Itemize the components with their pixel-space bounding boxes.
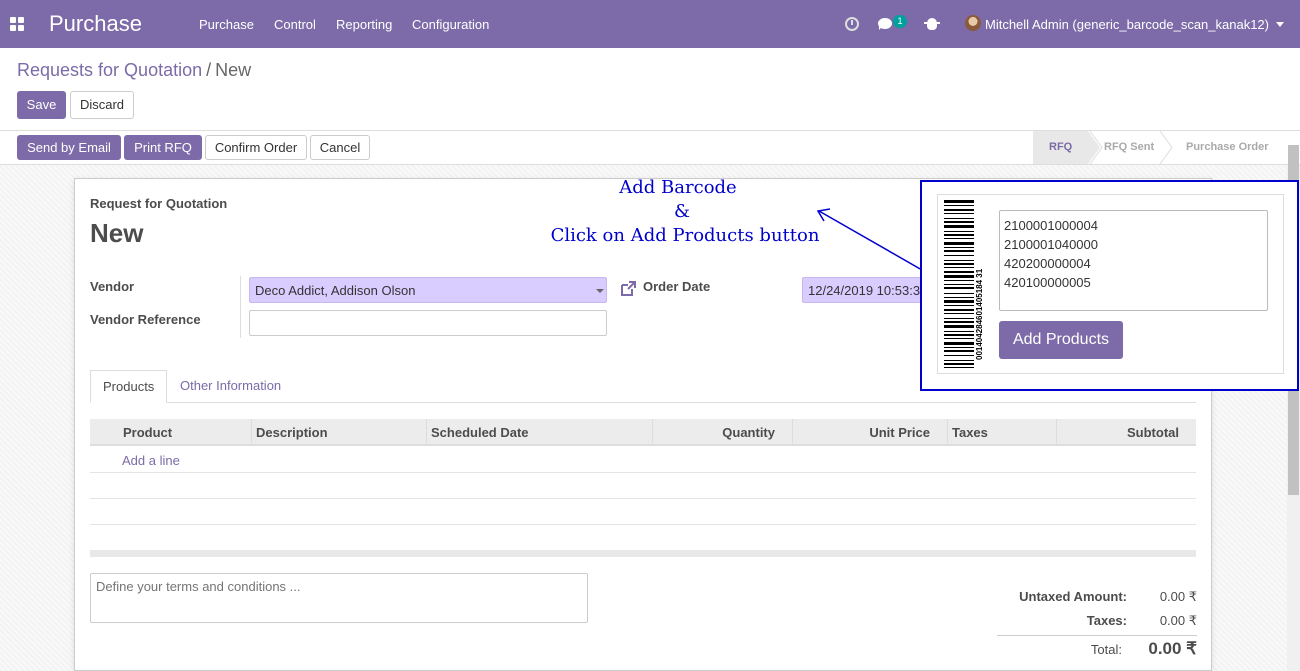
- vendor-reference-input[interactable]: [249, 310, 607, 336]
- annotation-arrow-icon: [816, 208, 923, 271]
- column-taxes[interactable]: Taxes: [952, 419, 988, 446]
- tab-products[interactable]: Products: [90, 370, 168, 403]
- column-divider: [251, 419, 252, 446]
- app-name: Purchase: [49, 11, 142, 36]
- breadcrumb-separator: /: [206, 60, 212, 80]
- activity-clock-icon[interactable]: [845, 17, 859, 31]
- column-description[interactable]: Description: [256, 419, 328, 446]
- barcodes-textarea[interactable]: 2100001000004 2100001040000 420200000004…: [999, 210, 1268, 311]
- save-button[interactable]: Save: [17, 91, 66, 119]
- column-divider: [426, 419, 427, 446]
- taxes-value: 0.00 ₹: [1159, 613, 1197, 628]
- annotation-line-1: Add Barcode: [619, 177, 737, 198]
- status-rfq[interactable]: RFQ: [1033, 131, 1088, 164]
- field-divider: [240, 276, 241, 338]
- status-steps: RFQ RFQ Sent Purchase Order: [1033, 131, 1300, 164]
- chevron-down-icon[interactable]: [596, 289, 604, 293]
- chevron-down-icon[interactable]: [1276, 22, 1284, 27]
- barcode-number: 001404284601405184 31: [975, 268, 984, 360]
- order-date-input[interactable]: 12/24/2019 10:53:38: [802, 277, 937, 303]
- external-link-icon[interactable]: [620, 281, 636, 297]
- confirm-order-button[interactable]: Confirm Order: [205, 135, 307, 160]
- column-quantity[interactable]: Quantity: [652, 419, 775, 446]
- order-date-label: Order Date: [643, 279, 711, 294]
- cancel-button[interactable]: Cancel: [310, 135, 370, 160]
- doc-type-label: Request for Quotation: [90, 196, 228, 211]
- table-row: [90, 499, 1196, 525]
- terms-and-conditions-input[interactable]: [90, 573, 588, 623]
- table-row: [90, 525, 1196, 551]
- menu-control[interactable]: Control: [274, 17, 316, 32]
- column-unit-price[interactable]: Unit Price: [792, 419, 930, 446]
- tab-other-information[interactable]: Other Information: [168, 370, 293, 403]
- untaxed-amount-value: 0.00 ₹: [1159, 589, 1197, 604]
- avatar[interactable]: [965, 15, 981, 31]
- step-arrow-icon: [1159, 131, 1173, 164]
- column-product[interactable]: Product: [123, 419, 172, 446]
- menu-reporting[interactable]: Reporting: [336, 17, 392, 32]
- top-navbar: Purchase Purchase Control Reporting Conf…: [0, 0, 1300, 48]
- status-rfq-sent[interactable]: RFQ Sent: [1104, 131, 1154, 164]
- add-products-button[interactable]: Add Products: [999, 321, 1123, 359]
- breadcrumb-current: New: [215, 60, 252, 80]
- discard-button[interactable]: Discard: [70, 91, 134, 119]
- chat-badge: 1: [893, 15, 907, 28]
- table-row: [90, 447, 1196, 473]
- table-footer: [90, 550, 1196, 557]
- form-statusbar: Send by Email Print RFQ Confirm Order Ca…: [0, 130, 1300, 165]
- taxes-label: Taxes:: [1086, 613, 1127, 628]
- menu-purchase[interactable]: Purchase: [199, 17, 254, 32]
- order-lines-header: Product Description Scheduled Date Quant…: [90, 419, 1196, 446]
- print-rfq-button[interactable]: Print RFQ: [124, 135, 202, 160]
- menu-configuration[interactable]: Configuration: [412, 17, 489, 32]
- table-row: [90, 473, 1196, 499]
- apps-menu-icon[interactable]: [10, 17, 24, 31]
- breadcrumb: Requests for Quotation / New: [17, 60, 251, 81]
- untaxed-amount-label: Untaxed Amount:: [1019, 589, 1127, 604]
- vendor-label: Vendor: [90, 279, 135, 294]
- column-divider: [947, 419, 948, 446]
- totals-divider: [997, 635, 1197, 636]
- chat-icon[interactable]: [878, 18, 892, 30]
- annotation-line-3: Click on Add Products button: [550, 225, 820, 246]
- vendor-select[interactable]: Deco Addict, Addison Olson: [249, 277, 607, 303]
- status-purchase-order[interactable]: Purchase Order: [1186, 131, 1269, 164]
- total-label: Total:: [1090, 642, 1122, 657]
- send-by-email-button[interactable]: Send by Email: [17, 135, 121, 160]
- breadcrumb-parent[interactable]: Requests for Quotation: [17, 60, 202, 80]
- user-menu[interactable]: Mitchell Admin (generic_barcode_scan_kan…: [985, 17, 1269, 32]
- step-arrow-icon: [1088, 131, 1103, 164]
- add-line-link[interactable]: Add a line: [122, 453, 180, 468]
- total-value: 0.00 ₹: [1148, 639, 1197, 658]
- annotation-line-2: &: [673, 201, 691, 222]
- debug-bug-icon[interactable]: [924, 18, 940, 30]
- page-title: New: [90, 218, 144, 248]
- column-subtotal[interactable]: Subtotal: [1056, 419, 1179, 446]
- column-scheduled-date[interactable]: Scheduled Date: [431, 419, 529, 446]
- vendor-reference-label: Vendor Reference: [90, 312, 201, 327]
